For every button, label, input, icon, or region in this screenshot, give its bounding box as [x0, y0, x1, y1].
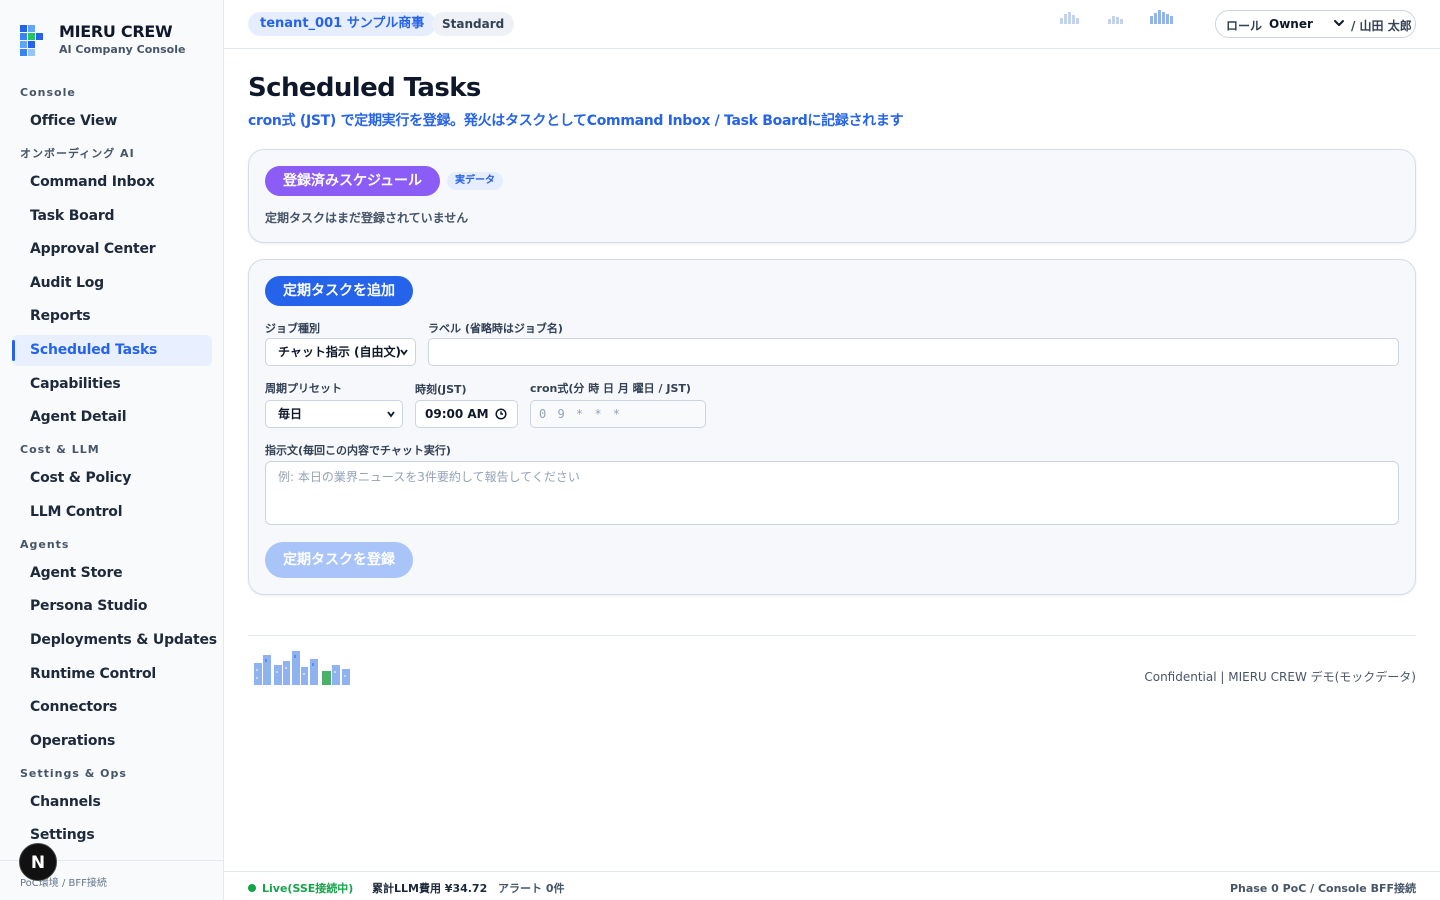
instruction-textarea[interactable]: 例: 本日の業界ニュースを3件要約して報告してください [265, 461, 1399, 525]
top-header: tenant_001 サンプル商事 Standard ロール Owner / 山… [224, 0, 1440, 49]
sidebar-item-office-view[interactable]: Office View [12, 106, 212, 137]
role-selector[interactable]: ロール Owner / 山田 太郎 [1215, 10, 1416, 38]
job-type-value: チャット指示 (自由文) [278, 345, 402, 359]
sidebar: MIERU CREW AI Company Console Console Off… [0, 0, 224, 900]
name-label: ラベル (省略時はジョブ名) [428, 322, 563, 335]
cron-input[interactable]: 0 9 * * * [530, 400, 706, 428]
tenant-pill[interactable]: tenant_001 サンプル商事 [248, 12, 437, 36]
phase-label: Phase 0 PoC / Console BFF接続 [1229, 882, 1416, 895]
status-bar: Live(SSE接続中) 累計LLM費用 ¥34.72 アラート 0件 Phas… [224, 871, 1440, 900]
register-task-button[interactable]: 定期タスクを登録 [265, 542, 413, 578]
clock-icon[interactable] [495, 408, 507, 420]
chevron-down-icon [400, 349, 408, 356]
sidebar-nav: Console Office View オンボーディング AI Command Inb… [12, 84, 217, 854]
sidebar-item-channels[interactable]: Channels [12, 787, 212, 818]
instruction-label: 指示文(毎回この内容でチャット実行) [265, 444, 451, 457]
sidebar-item-agent-detail[interactable]: Agent Detail [12, 402, 212, 433]
brand-title: MIERU CREW [59, 22, 173, 41]
empty-state-text: 定期タスクはまだ登録されていません [265, 211, 469, 225]
footer-divider [248, 635, 1416, 636]
sidebar-item-llm-control[interactable]: LLM Control [12, 497, 212, 528]
live-status-text: Live(SSE接続中) [262, 882, 354, 895]
plan-badge: Standard [432, 12, 515, 36]
live-dot-icon [248, 884, 256, 892]
role-label: ロール [1226, 19, 1263, 33]
sidebar-item-task-board[interactable]: Task Board [12, 201, 212, 232]
preset-select[interactable]: 毎日 [265, 400, 403, 428]
llm-cost: 累計LLM費用 ¥34.72 [372, 882, 488, 895]
job-type-label: ジョブ種別 [265, 322, 320, 335]
chevron-down-icon[interactable] [1332, 16, 1346, 30]
sidebar-item-audit-log[interactable]: Audit Log [12, 268, 212, 299]
sidebar-item-scheduled-tasks[interactable]: Scheduled Tasks [12, 334, 212, 366]
sidebar-item-persona-studio[interactable]: Persona Studio [12, 591, 212, 622]
city-skyline-icon [1060, 12, 1079, 24]
alert-count[interactable]: アラート 0件 [498, 880, 564, 896]
instruction-placeholder: 例: 本日の業界ニュースを3件要約して報告してください [278, 470, 580, 484]
sidebar-item-deployments-updates[interactable]: Deployments & Updates [12, 625, 217, 656]
real-data-badge: 実データ [447, 172, 503, 190]
chevron-down-icon [387, 411, 395, 418]
name-input[interactable] [428, 338, 1399, 366]
job-type-select[interactable]: チャット指示 (自由文) [265, 338, 416, 366]
sidebar-item-reports[interactable]: Reports [12, 301, 212, 332]
cron-label: cron式(分 時 日 月 曜日 / JST) [530, 382, 691, 395]
sidebar-item-cost-policy[interactable]: Cost & Policy [12, 463, 212, 494]
nav-section-title: Settings & Ops [20, 766, 127, 780]
time-input[interactable]: 09:00 AM [415, 400, 518, 428]
dev-tools-badge[interactable]: N [19, 843, 57, 881]
current-user: / 山田 太郎 [1351, 19, 1412, 33]
preset-label: 周期プリセット [265, 382, 342, 395]
registered-schedules-card: 登録済みスケジュール 実データ 定期タスクはまだ登録されていません [248, 149, 1416, 243]
logo-icon [20, 24, 43, 56]
registered-schedules-heading: 登録済みスケジュール [265, 166, 441, 196]
preset-value: 毎日 [278, 407, 303, 421]
sidebar-item-approval-center[interactable]: Approval Center [12, 234, 212, 265]
role-value: Owner [1269, 17, 1313, 31]
confidential-notice: Confidential | MIERU CREW デモ(モックデータ) [1144, 670, 1416, 684]
sidebar-item-command-inbox[interactable]: Command Inbox [12, 167, 212, 198]
sidebar-item-capabilities[interactable]: Capabilities [12, 369, 212, 400]
sidebar-item-operations[interactable]: Operations [12, 726, 212, 757]
city-skyline-icon [1108, 16, 1123, 24]
city-skyline-icon [254, 651, 350, 685]
brand[interactable]: MIERU CREW AI Company Console [20, 22, 185, 57]
nav-section-title: Agents [20, 537, 70, 551]
brand-subtitle: AI Company Console [59, 43, 186, 56]
page-subtitle: cron式 (JST) で定期実行を登録。発火はタスクとしてCommand In… [248, 113, 904, 129]
sidebar-item-connectors[interactable]: Connectors [12, 692, 212, 723]
time-value: 09:00 AM [425, 407, 489, 421]
sidebar-item-runtime-control[interactable]: Runtime Control [12, 659, 212, 690]
time-label: 時刻(JST) [415, 383, 467, 396]
page-title: Scheduled Tasks [248, 73, 481, 103]
nav-section-title: Cost & LLM [20, 443, 100, 457]
nav-section-title: オンボーディング AI [20, 147, 135, 160]
add-task-heading: 定期タスクを追加 [265, 276, 413, 306]
nav-section-title: Console [20, 86, 76, 99]
add-scheduled-task-card: 定期タスクを追加 ジョブ種別 チャット指示 (自由文) ラベル (省略時はジョブ… [248, 259, 1416, 595]
cron-placeholder: 0 9 * * * [539, 407, 623, 421]
city-skyline-icon [1150, 10, 1173, 24]
sidebar-item-agent-store[interactable]: Agent Store [12, 558, 212, 589]
live-status: Live(SSE接続中) [248, 880, 353, 896]
